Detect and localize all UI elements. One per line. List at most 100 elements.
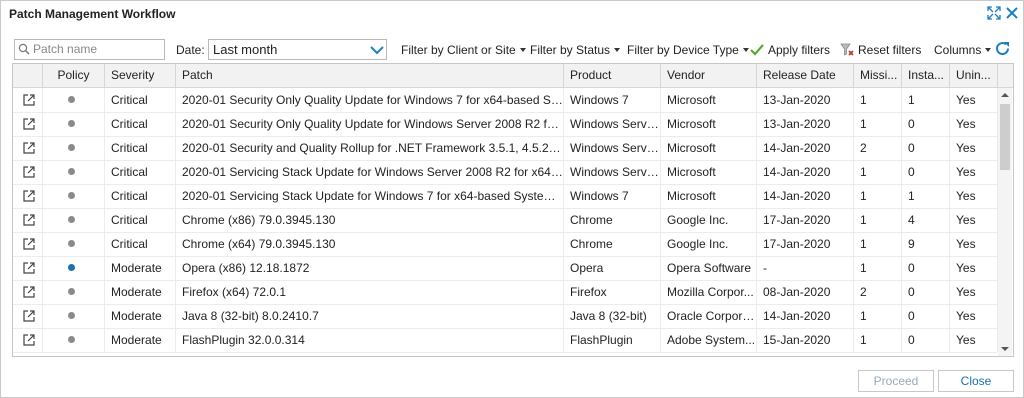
policy-status-dot: [68, 96, 75, 103]
installed-cell: 0: [902, 136, 950, 160]
reset-filters-button[interactable]: Reset filters: [840, 43, 921, 57]
filter-client-dropdown[interactable]: Filter by Client or Site: [401, 43, 526, 57]
apply-filters-button[interactable]: Apply filters: [750, 43, 830, 57]
policy-status-dot: [68, 216, 75, 223]
uninstall-cell: Yes: [950, 112, 998, 136]
header-installed[interactable]: Insta...: [902, 64, 950, 87]
release-cell: 14-Jan-2020: [757, 160, 854, 184]
table-row[interactable]: Moderate FlashPlugin 32.0.0.314 FlashPlugi…: [13, 328, 998, 353]
table-row[interactable]: Critical 2020-01 Security and Quality Rol…: [13, 136, 998, 161]
open-link-cell[interactable]: [13, 184, 43, 208]
vendor-cell: Opera Software: [661, 256, 757, 280]
open-external-icon[interactable]: [23, 94, 35, 106]
open-external-icon[interactable]: [23, 142, 35, 154]
open-external-icon[interactable]: [23, 118, 35, 130]
open-link-cell[interactable]: [13, 136, 43, 160]
vendor-cell: Microsoft: [661, 184, 757, 208]
refresh-icon[interactable]: [994, 40, 1011, 60]
patch-grid: Policy Severity Patch Product Vendor Release …: [12, 63, 1014, 357]
header-severity[interactable]: Severity: [105, 64, 176, 87]
policy-cell: [43, 328, 105, 352]
close-button[interactable]: Close: [938, 370, 1014, 392]
release-cell: 15-Jan-2020: [757, 328, 854, 352]
search-input[interactable]: [33, 41, 159, 57]
scroll-down-icon[interactable]: [998, 344, 1012, 354]
severity-cell: Moderate: [105, 304, 176, 328]
uninstall-cell: Yes: [950, 160, 998, 184]
table-row[interactable]: Moderate Firefox (x64) 72.0.1 Firefox Mozil…: [13, 280, 998, 305]
open-link-cell[interactable]: [13, 280, 43, 304]
patch-cell: 2020-01 Security and Quality Rollup for …: [176, 136, 564, 160]
header-uninstall[interactable]: Unin...: [950, 64, 998, 87]
installed-cell: 9: [902, 232, 950, 256]
maximize-icon[interactable]: [987, 6, 1003, 22]
window-title: Patch Management Workflow: [9, 7, 176, 21]
vendor-cell: Mozilla Corpor...: [661, 280, 757, 304]
open-external-icon[interactable]: [23, 166, 35, 178]
table-row[interactable]: Critical Chrome (x86) 79.0.3945.130 Chrome…: [13, 208, 998, 233]
open-external-icon[interactable]: [23, 334, 35, 346]
release-cell: 17-Jan-2020: [757, 208, 854, 232]
open-link-cell[interactable]: [13, 232, 43, 256]
open-external-icon[interactable]: [23, 238, 35, 250]
open-link-cell[interactable]: [13, 304, 43, 328]
header-patch[interactable]: Patch: [176, 64, 564, 87]
scrollbar-thumb[interactable]: [1000, 104, 1010, 170]
patch-cell: Opera (x86) 12.18.1872: [176, 256, 564, 280]
header-policy[interactable]: Policy: [43, 64, 105, 87]
patch-cell: 2020-01 Security Only Quality Update for…: [176, 88, 564, 112]
scroll-up-icon[interactable]: [998, 90, 1012, 100]
table-row[interactable]: Critical 2020-01 Servicing Stack Update f…: [13, 160, 998, 185]
header-product[interactable]: Product: [564, 64, 661, 87]
open-link-cell[interactable]: [13, 328, 43, 352]
open-link-cell[interactable]: [13, 88, 43, 112]
vendor-cell: Microsoft: [661, 160, 757, 184]
missing-cell: 1: [854, 256, 902, 280]
open-link-cell[interactable]: [13, 112, 43, 136]
open-external-icon[interactable]: [23, 190, 35, 202]
installed-cell: 0: [902, 160, 950, 184]
product-cell: Chrome: [564, 208, 661, 232]
filter-status-dropdown[interactable]: Filter by Status: [530, 43, 621, 57]
policy-status-dot: [68, 168, 75, 175]
table-row[interactable]: Moderate Opera (x86) 12.18.1872 Opera Opera…: [13, 256, 998, 281]
header-link-col[interactable]: [13, 64, 43, 87]
open-external-icon[interactable]: [23, 262, 35, 274]
open-link-cell[interactable]: [13, 160, 43, 184]
open-external-icon[interactable]: [23, 310, 35, 322]
missing-cell: 1: [854, 208, 902, 232]
table-row[interactable]: Moderate Java 8 (32-bit) 8.0.2410.7 Java 8…: [13, 304, 998, 329]
table-row[interactable]: Critical 2020-01 Security Only Quality Up…: [13, 112, 998, 137]
open-external-icon[interactable]: [23, 214, 35, 226]
installed-cell: 0: [902, 112, 950, 136]
header-vendor[interactable]: Vendor: [661, 64, 757, 87]
policy-cell: [43, 112, 105, 136]
dialog-window: Patch Management Workflow Date: Last mon…: [0, 0, 1024, 398]
policy-cell: [43, 136, 105, 160]
proceed-button[interactable]: Proceed: [858, 370, 934, 392]
date-select[interactable]: Last month: [208, 39, 387, 60]
missing-cell: 2: [854, 280, 902, 304]
product-cell: Windows Serve...: [564, 136, 661, 160]
patch-cell: 2020-01 Servicing Stack Update for Windo…: [176, 184, 564, 208]
header-missing[interactable]: Missi...: [854, 64, 902, 87]
close-icon[interactable]: [1005, 6, 1021, 22]
table-row[interactable]: Critical Chrome (x64) 79.0.3945.130 Chrome…: [13, 232, 998, 257]
open-link-cell[interactable]: [13, 208, 43, 232]
filter-device-dropdown[interactable]: Filter by Device Type: [627, 43, 749, 57]
table-header: Policy Severity Patch Product Vendor Release …: [13, 64, 1013, 88]
header-release-date[interactable]: Release Date: [757, 64, 854, 87]
table-row[interactable]: Critical 2020-01 Security Only Quality Up…: [13, 88, 998, 113]
open-external-icon[interactable]: [23, 286, 35, 298]
columns-dropdown[interactable]: Columns: [934, 43, 992, 57]
uninstall-cell: Yes: [950, 232, 998, 256]
uninstall-cell: Yes: [950, 88, 998, 112]
uninstall-cell: Yes: [950, 328, 998, 352]
severity-cell: Critical: [105, 184, 176, 208]
open-link-cell[interactable]: [13, 256, 43, 280]
vertical-scrollbar[interactable]: [998, 88, 1012, 356]
missing-cell: 1: [854, 304, 902, 328]
severity-cell: Moderate: [105, 256, 176, 280]
uninstall-cell: Yes: [950, 136, 998, 160]
table-row[interactable]: Critical 2020-01 Servicing Stack Update f…: [13, 184, 998, 209]
